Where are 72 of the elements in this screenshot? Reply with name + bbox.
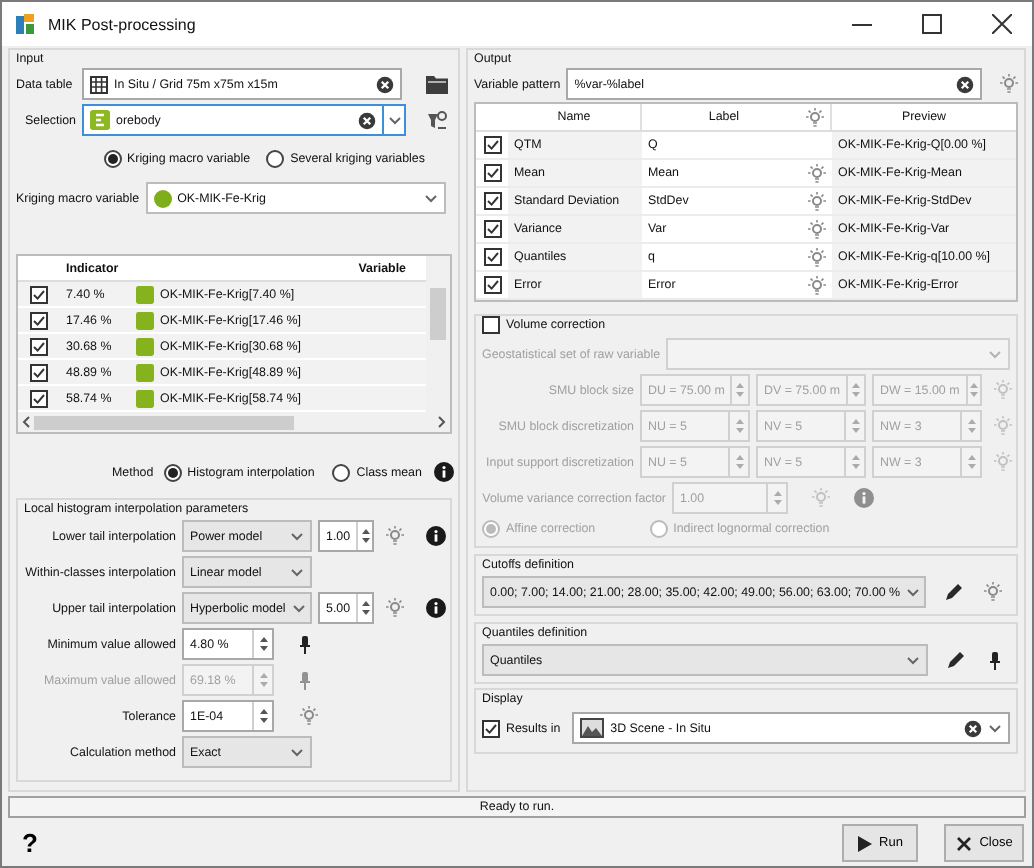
bulb-icon[interactable] xyxy=(808,163,826,183)
checkbox[interactable] xyxy=(483,248,501,266)
bulb-icon[interactable] xyxy=(808,275,826,295)
radio-button[interactable] xyxy=(266,149,285,167)
pin-icon[interactable] xyxy=(990,651,1000,669)
variable-icon xyxy=(153,189,172,207)
caret-icon xyxy=(906,587,921,597)
bulb-icon[interactable] xyxy=(386,526,404,546)
spin-arrows-icon[interactable] xyxy=(359,598,372,618)
spin-arrows-icon[interactable] xyxy=(257,634,269,654)
checkbox[interactable] xyxy=(30,285,48,303)
bulb-icon[interactable] xyxy=(1000,74,1018,94)
caret-icon xyxy=(290,567,304,577)
checkbox[interactable] xyxy=(483,192,501,210)
bulb-icon[interactable] xyxy=(808,191,826,211)
scroll-right-icon[interactable] xyxy=(438,416,446,428)
caret-icon xyxy=(423,193,438,203)
clear-icon[interactable] xyxy=(964,719,982,737)
help-button[interactable]: ? xyxy=(22,828,816,858)
checkbox[interactable] xyxy=(483,136,501,154)
bulb-icon[interactable] xyxy=(386,598,404,618)
maximize-icon[interactable] xyxy=(922,14,942,34)
scroll-left-icon[interactable] xyxy=(22,416,30,428)
checkbox[interactable] xyxy=(483,220,501,238)
caret-icon[interactable] xyxy=(988,723,1002,733)
bulb-icon[interactable] xyxy=(808,247,826,267)
close-icon xyxy=(955,835,972,851)
radio-button[interactable] xyxy=(649,520,668,538)
clear-icon[interactable] xyxy=(358,111,376,129)
scrollbar[interactable] xyxy=(426,256,450,412)
folder-icon[interactable] xyxy=(426,75,448,93)
close-icon[interactable] xyxy=(992,14,1012,34)
checkbox[interactable] xyxy=(483,276,501,294)
bulb-icon[interactable] xyxy=(984,582,1002,602)
clear-icon[interactable] xyxy=(376,75,394,93)
run-icon xyxy=(857,835,872,851)
checkbox[interactable] xyxy=(30,337,48,355)
bulb-icon[interactable] xyxy=(808,219,826,239)
caret-icon[interactable] xyxy=(387,115,401,125)
window-title: MIK Post-processing xyxy=(48,15,198,33)
spin-arrows-icon[interactable] xyxy=(257,706,269,726)
scrollbar[interactable] xyxy=(18,412,450,432)
pencil-icon[interactable] xyxy=(946,650,966,670)
radio-button[interactable] xyxy=(482,520,500,538)
checkbox[interactable] xyxy=(30,363,48,381)
table-icon xyxy=(90,75,108,93)
radio-button[interactable] xyxy=(163,463,182,481)
pencil-icon[interactable] xyxy=(944,582,964,602)
spin-arrows-icon[interactable] xyxy=(359,526,372,546)
radio-button[interactable] xyxy=(103,149,121,167)
pin-icon[interactable] xyxy=(300,635,310,653)
bulb-icon[interactable] xyxy=(300,706,318,726)
radio-button[interactable] xyxy=(332,463,351,481)
caret-icon xyxy=(290,531,304,541)
checkbox[interactable] xyxy=(483,164,501,182)
checkbox[interactable] xyxy=(482,719,500,737)
checkbox[interactable] xyxy=(30,389,48,407)
caret-icon xyxy=(290,747,304,757)
caret-icon xyxy=(988,349,1002,359)
checkbox[interactable] xyxy=(30,311,48,329)
filter-icon[interactable] xyxy=(426,109,448,131)
bulb-icon[interactable] xyxy=(806,107,824,127)
selection-icon xyxy=(90,110,110,130)
caret-icon xyxy=(291,603,306,613)
info-icon[interactable] xyxy=(426,598,446,618)
clear-icon[interactable] xyxy=(956,75,974,93)
caret-icon xyxy=(906,655,920,665)
scene-icon xyxy=(580,718,605,738)
app-icon xyxy=(14,12,38,36)
info-icon[interactable] xyxy=(433,462,454,482)
checkbox[interactable] xyxy=(482,315,500,333)
info-icon[interactable] xyxy=(426,526,446,546)
